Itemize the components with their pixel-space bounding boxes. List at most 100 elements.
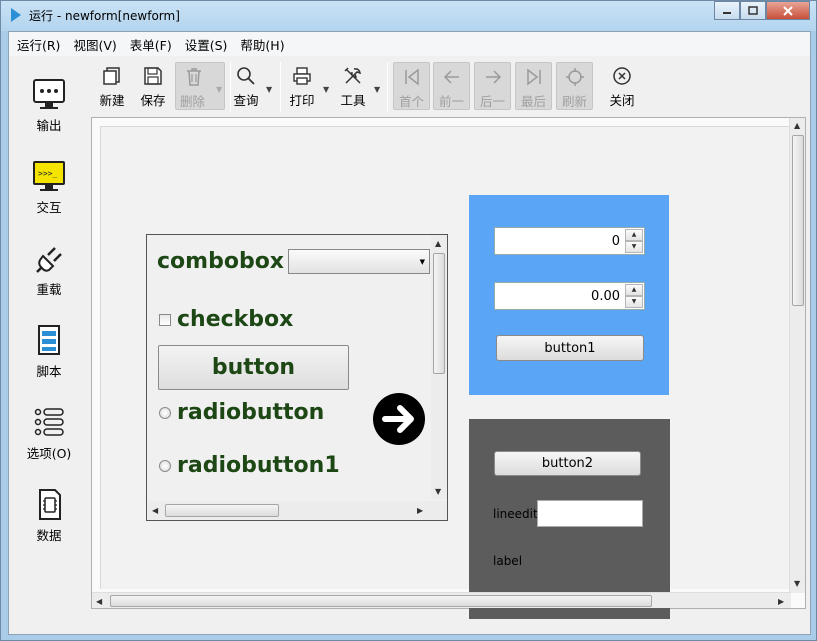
- radiobutton1[interactable]: [159, 460, 171, 472]
- lineedit-input[interactable]: [537, 500, 643, 527]
- big-button[interactable]: button: [158, 345, 349, 390]
- scroll-right-icon[interactable]: ▶: [778, 597, 784, 606]
- panel-horizontal-thumb[interactable]: [165, 504, 279, 517]
- save-icon: [144, 67, 162, 85]
- menu-help[interactable]: 帮助(H): [235, 35, 289, 54]
- minimize-button[interactable]: [714, 1, 740, 20]
- close-form-label: 关闭: [609, 93, 635, 108]
- menu-view[interactable]: 视图(V): [68, 35, 121, 54]
- arrow-right-circle-icon: [373, 393, 425, 445]
- int-spinbox-value: 0: [611, 234, 620, 249]
- menu-form[interactable]: 表单(F): [125, 35, 177, 54]
- radiobutton1-label[interactable]: radiobutton1: [177, 453, 340, 478]
- combobox[interactable]: ▼: [288, 249, 430, 274]
- checkbox-label[interactable]: checkbox: [177, 307, 293, 332]
- script-label: 脚本: [36, 364, 62, 379]
- scroll-right-icon[interactable]: ▶: [417, 506, 423, 515]
- spin-down-icon[interactable]: ▼: [625, 241, 643, 253]
- tools-button[interactable]: 工具: [334, 62, 372, 110]
- spin-down-icon[interactable]: ▼: [625, 296, 643, 308]
- data-label: 数据: [36, 528, 62, 543]
- query-dropdown-icon[interactable]: ▼: [266, 85, 272, 94]
- button1[interactable]: button1: [496, 335, 644, 361]
- label-text: label: [493, 554, 523, 568]
- maximize-button[interactable]: [740, 1, 766, 20]
- scroll-down-icon[interactable]: ▼: [435, 487, 441, 496]
- next-button[interactable]: 后一: [474, 62, 511, 110]
- form-canvas: combobox ▼ checkbox button radiobutton r…: [100, 126, 791, 619]
- new-icon: [103, 67, 120, 85]
- arrow-left-icon: [443, 70, 459, 84]
- save-button[interactable]: 保存: [133, 62, 173, 110]
- panel-vertical-scrollbar[interactable]: ▲ ▼: [431, 235, 447, 499]
- button2[interactable]: button2: [494, 451, 641, 476]
- menu-settings[interactable]: 设置(S): [180, 35, 233, 54]
- next-label: 后一: [479, 94, 505, 109]
- form-area: combobox ▼ checkbox button radiobutton r…: [91, 117, 806, 619]
- reload-button[interactable]: 重载: [9, 230, 89, 304]
- checkbox[interactable]: [159, 314, 171, 326]
- scroll-up-icon[interactable]: ▲: [794, 121, 800, 130]
- output-button[interactable]: 输出: [9, 66, 89, 140]
- left-toolbar: 输出 >>>_ 交互 重载 脚本 选项(O) 数据: [9, 58, 89, 558]
- window-title: 运行 - newform[newform]: [29, 9, 180, 23]
- spin-up-icon[interactable]: ▲: [625, 229, 643, 241]
- plug-icon: [36, 247, 62, 273]
- scroll-left-icon[interactable]: ◀: [152, 506, 158, 515]
- horizontal-scroll-thumb[interactable]: [110, 595, 652, 607]
- chevron-down-icon: ▼: [419, 258, 425, 266]
- double-spinbox[interactable]: 0.00 ▲ ▼: [494, 282, 645, 310]
- first-button[interactable]: 首个: [393, 62, 430, 110]
- maximize-icon: [748, 6, 758, 15]
- scroll-up-icon[interactable]: ▲: [435, 239, 441, 248]
- new-label: 新建: [99, 93, 125, 108]
- terminal-icon: >>>_: [33, 161, 65, 191]
- title-bar[interactable]: 运行 - newform[newform]: [1, 1, 816, 31]
- spin-up-icon[interactable]: ▲: [625, 284, 643, 296]
- int-spinbox[interactable]: 0 ▲ ▼: [494, 227, 645, 255]
- query-label: 查询: [233, 93, 259, 108]
- scroll-down-icon[interactable]: ▼: [794, 579, 800, 588]
- close-icon: [783, 5, 793, 16]
- horizontal-scrollbar[interactable]: ◀ ▶: [92, 592, 791, 608]
- interact-button[interactable]: >>>_ 交互: [9, 148, 89, 222]
- menu-bar: 运行(R) 视图(V) 表单(F) 设置(S) 帮助(H): [9, 32, 810, 56]
- tools-icon: [344, 67, 361, 84]
- refresh-button[interactable]: 刷新: [556, 62, 593, 110]
- panel-horizontal-scrollbar[interactable]: ◀ ▶: [147, 501, 447, 520]
- query-button[interactable]: 查询: [227, 62, 265, 110]
- app-window: 运行 - newform[newform] 运行(R) 视图(V) 表单(F) …: [0, 0, 817, 641]
- data-button[interactable]: 数据: [9, 476, 89, 550]
- print-dropdown-icon[interactable]: ▼: [323, 85, 329, 94]
- dark-group: button2 lineedit label: [469, 419, 670, 619]
- radiobutton-label[interactable]: radiobutton: [177, 400, 324, 425]
- output-label: 输出: [36, 118, 62, 133]
- options-button[interactable]: 选项(O): [9, 394, 89, 468]
- print-button[interactable]: 打印: [283, 62, 321, 110]
- close-circle-icon: [613, 67, 631, 85]
- tools-label: 工具: [340, 93, 366, 108]
- vertical-scroll-thumb[interactable]: [792, 135, 804, 306]
- last-button[interactable]: 最后: [515, 62, 552, 110]
- script-button[interactable]: 脚本: [9, 312, 89, 386]
- trash-icon: [187, 68, 201, 86]
- button1-label: button1: [544, 340, 596, 356]
- menu-run[interactable]: 运行(R): [12, 35, 65, 54]
- tools-dropdown-icon[interactable]: ▼: [374, 85, 380, 94]
- delete-dropdown-icon[interactable]: ▼: [216, 85, 222, 94]
- close-button[interactable]: [766, 1, 810, 20]
- close-form-button[interactable]: 关闭: [603, 62, 641, 110]
- prev-button[interactable]: 前一: [433, 62, 470, 110]
- list-icon: [34, 408, 64, 436]
- toolbar-separator: [280, 62, 281, 112]
- print-label: 打印: [289, 93, 315, 108]
- main-client: 运行(R) 视图(V) 表单(F) 设置(S) 帮助(H) 输出 >>>_ 交互…: [8, 31, 811, 635]
- panel-vertical-thumb[interactable]: [433, 253, 445, 374]
- scroll-left-icon[interactable]: ◀: [96, 597, 102, 606]
- radiobutton[interactable]: [159, 407, 171, 419]
- minimize-icon: [723, 11, 731, 14]
- widget-panel: combobox ▼ checkbox button radiobutton r…: [146, 234, 448, 521]
- vertical-scrollbar[interactable]: ▲ ▼: [789, 118, 805, 593]
- save-label: 保存: [140, 93, 166, 108]
- new-button[interactable]: 新建: [92, 62, 132, 110]
